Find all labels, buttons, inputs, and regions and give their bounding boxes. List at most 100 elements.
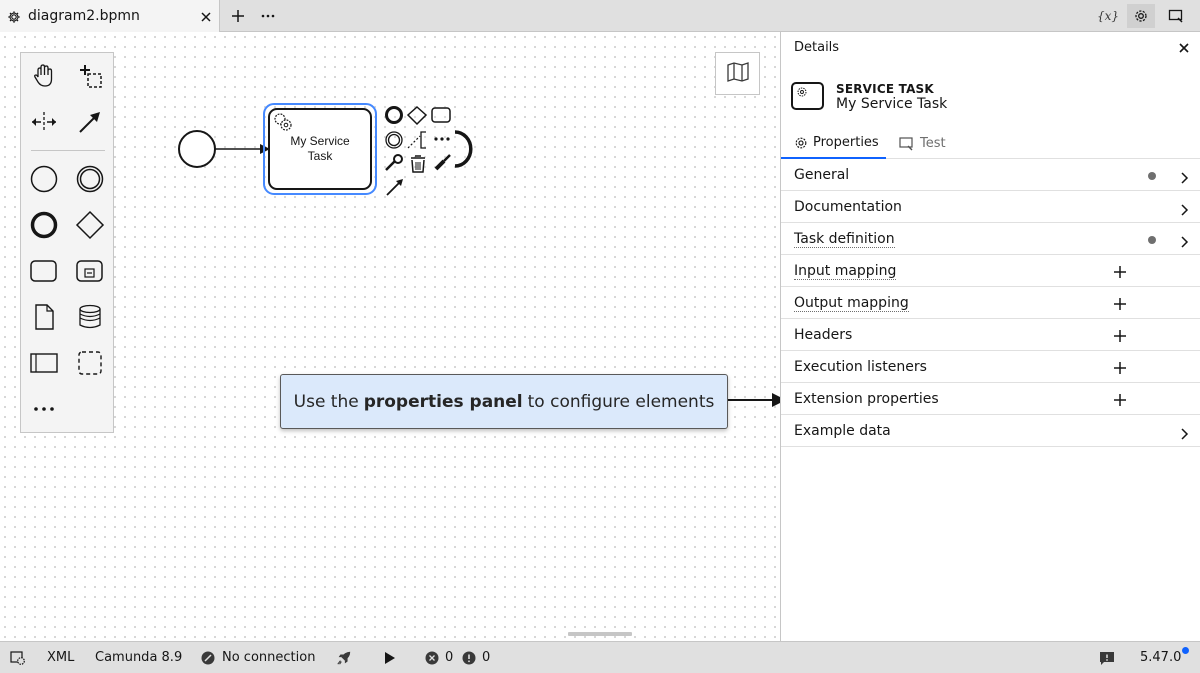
trash-icon[interactable]	[411, 155, 425, 173]
hint-bold: properties panel	[363, 391, 523, 412]
more-options-icon[interactable]	[434, 137, 450, 141]
settings-icon[interactable]	[1127, 4, 1155, 28]
append-text-annotation-icon[interactable]	[407, 131, 426, 149]
group-task-definition[interactable]: Task definition	[781, 223, 1200, 255]
engine-version[interactable]: Camunda 8.9	[95, 650, 182, 665]
chevron-right-icon[interactable]	[1178, 201, 1190, 220]
overflow-menu-icon[interactable]	[260, 8, 276, 24]
group-execution-listeners[interactable]: Execution listeners	[781, 351, 1200, 383]
element-name: My Service Task	[836, 96, 948, 112]
space-tool-icon[interactable]	[26, 104, 62, 140]
connect-tool-icon[interactable]	[72, 104, 108, 140]
connection-status[interactable]: No connection	[222, 650, 315, 665]
hint-prefix: Use the	[293, 391, 359, 412]
bottom-panel-handle[interactable]	[568, 632, 632, 636]
append-intermediate-event-icon[interactable]	[385, 131, 403, 149]
data-store-icon[interactable]	[72, 299, 108, 335]
group-label: Extension properties	[794, 391, 939, 407]
hint-suffix: to configure elements	[527, 391, 715, 412]
group-general[interactable]: General	[781, 159, 1200, 191]
group-documentation[interactable]: Documentation	[781, 191, 1200, 223]
loading-arc	[454, 130, 473, 168]
subprocess-icon[interactable]	[72, 253, 108, 289]
group-label: Output mapping	[794, 295, 909, 312]
close-icon[interactable]	[1177, 40, 1191, 54]
update-badge	[1182, 647, 1189, 654]
group-output-mapping[interactable]: Output mapping	[781, 287, 1200, 319]
start-event[interactable]	[178, 130, 216, 168]
bpmn-diagram: My Service Task	[178, 103, 780, 407]
error-count: 0	[445, 650, 454, 665]
add-icon[interactable]	[1113, 264, 1127, 283]
group-icon[interactable]	[72, 345, 108, 381]
gear-icon	[7, 9, 21, 28]
palette-separator	[31, 150, 105, 151]
more-tools-icon[interactable]	[26, 391, 62, 427]
group-label: Task definition	[794, 231, 895, 248]
disconnected-icon	[200, 650, 216, 666]
tab-test[interactable]: Test	[899, 128, 946, 159]
add-icon[interactable]	[1113, 328, 1127, 347]
test-icon	[899, 136, 915, 151]
chevron-right-icon[interactable]	[1178, 425, 1190, 444]
warning-icon[interactable]	[461, 650, 477, 666]
task-icon[interactable]	[26, 253, 62, 289]
append-end-event-icon[interactable]	[385, 106, 403, 124]
tool-palette	[20, 52, 114, 433]
tab-label: diagram2.bpmn	[28, 8, 140, 24]
status-bar: XML Camunda 8.9 No connection 0 0 5.47.0	[0, 641, 1200, 673]
add-icon[interactable]	[1113, 360, 1127, 379]
append-task-icon[interactable]	[431, 107, 451, 123]
close-icon[interactable]	[199, 9, 213, 28]
tab-properties[interactable]: Properties	[781, 128, 886, 159]
group-label: Documentation	[794, 199, 902, 215]
data-indicator-dot	[1148, 236, 1156, 244]
properties-panel: Details SERVICE TASK My Service Task Pro…	[780, 32, 1200, 641]
connect-arrow-icon[interactable]	[386, 179, 403, 196]
add-icon[interactable]	[1113, 296, 1127, 315]
xml-button[interactable]: XML	[47, 650, 74, 665]
append-gateway-icon[interactable]	[406, 105, 428, 126]
properties-panel-hint: Use the properties panel to configure el…	[280, 374, 728, 429]
task-label-line2: Task	[308, 149, 334, 163]
group-label: Headers	[794, 327, 853, 343]
lasso-tool-icon[interactable]	[72, 58, 108, 94]
wrench-icon[interactable]	[385, 154, 403, 171]
gateway-icon[interactable]	[72, 207, 108, 243]
settings-icon	[794, 136, 808, 150]
map-icon	[726, 61, 750, 87]
group-input-mapping[interactable]: Input mapping	[781, 255, 1200, 287]
deploy-rocket-icon[interactable]	[336, 650, 352, 666]
group-extension-properties[interactable]: Extension properties	[781, 383, 1200, 415]
add-icon[interactable]	[1113, 392, 1127, 411]
group-label: General	[794, 167, 850, 183]
app-version[interactable]: 5.47.0	[1140, 650, 1181, 665]
element-header: SERVICE TASK My Service Task	[781, 72, 1200, 122]
play-icon[interactable]	[381, 650, 397, 666]
chevron-right-icon[interactable]	[1178, 233, 1190, 252]
start-event-icon[interactable]	[26, 161, 62, 197]
service-task-icon	[791, 82, 824, 110]
toggle-properties-icon[interactable]	[10, 650, 26, 666]
minimap-toggle[interactable]	[715, 52, 760, 95]
error-icon[interactable]	[424, 650, 440, 666]
intermediate-event-icon[interactable]	[72, 161, 108, 197]
context-pad	[385, 105, 473, 196]
diagram-canvas[interactable]: My Service Task Use the properties panel…	[0, 32, 780, 641]
end-event-icon[interactable]	[26, 207, 62, 243]
plus-icon[interactable]	[230, 8, 246, 24]
group-label: Input mapping	[794, 263, 897, 280]
panel-title: Details	[794, 40, 840, 55]
color-picker-icon[interactable]	[434, 154, 451, 171]
variables-icon[interactable]: {x}	[1094, 4, 1122, 28]
data-object-icon[interactable]	[26, 299, 62, 335]
group-example-data[interactable]: Example data	[781, 415, 1200, 447]
hand-tool-icon[interactable]	[26, 58, 62, 94]
panel-tabs: Properties Test	[781, 128, 1200, 159]
pool-icon[interactable]	[26, 345, 62, 381]
run-panel-icon[interactable]	[1162, 4, 1190, 28]
tab-diagram2[interactable]: diagram2.bpmn	[0, 0, 220, 32]
feedback-icon[interactable]	[1099, 650, 1115, 666]
group-headers[interactable]: Headers	[781, 319, 1200, 351]
chevron-right-icon[interactable]	[1178, 169, 1190, 188]
